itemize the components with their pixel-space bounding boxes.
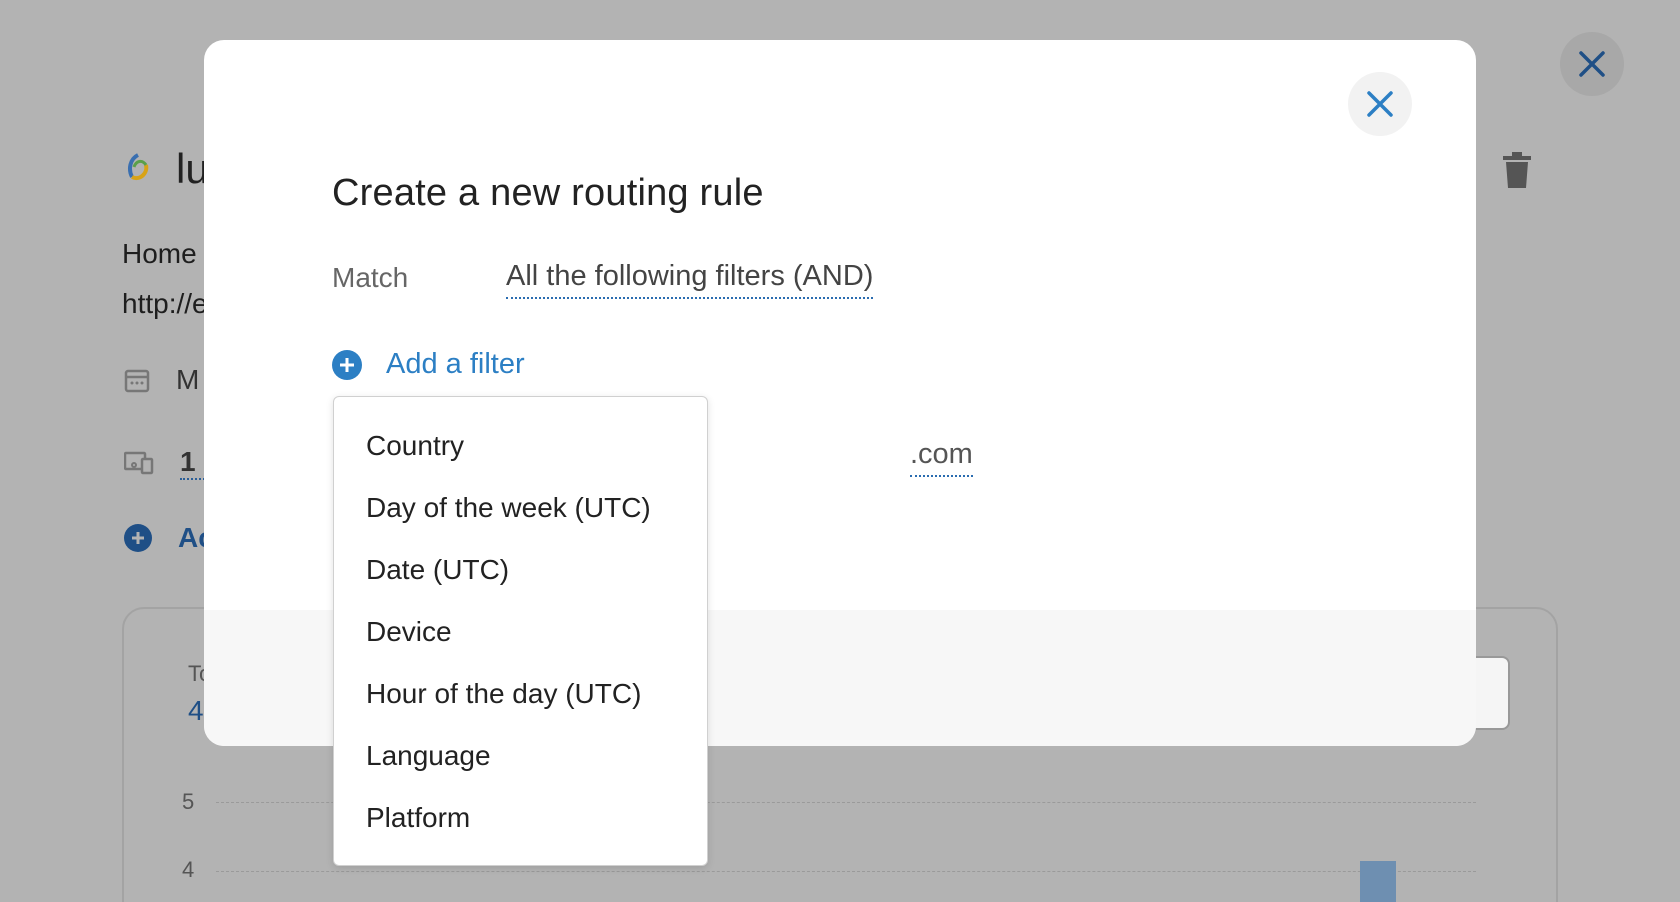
grid-line [216, 871, 1476, 872]
y-tick-label: 4 [182, 857, 195, 882]
background-title-row: lu [120, 145, 209, 193]
dropdown-item-platform[interactable]: Platform [334, 787, 707, 849]
dropdown-item-language[interactable]: Language [334, 725, 707, 787]
dropdown-item-hour-of-day[interactable]: Hour of the day (UTC) [334, 663, 707, 725]
add-filter-label: Add a filter [386, 348, 525, 380]
dropdown-item-device[interactable]: Device [334, 601, 707, 663]
app-logo-icon [128, 153, 149, 180]
dropdown-item-country[interactable]: Country [334, 415, 707, 477]
modal-title: Create a new routing rule [332, 172, 764, 214]
chart-bar [1360, 861, 1396, 902]
calendar-icon [124, 369, 150, 393]
y-tick-label: 5 [182, 789, 195, 814]
close-icon [1367, 91, 1393, 117]
trash-icon[interactable] [1503, 152, 1531, 188]
close-icon [1579, 51, 1605, 77]
dropdown-item-date[interactable]: Date (UTC) [334, 539, 707, 601]
background-add-link[interactable]: Ac [124, 522, 214, 554]
match-label: Match [332, 262, 409, 293]
background-date-row: M [124, 364, 199, 396]
add-filter-button[interactable]: Add a filter [332, 348, 525, 381]
background-stat-value: 4 [188, 695, 204, 726]
plus-circle-icon [332, 349, 362, 380]
background-close-button[interactable] [1560, 32, 1624, 96]
plus-circle-icon [124, 524, 152, 552]
devices-icon [124, 451, 154, 475]
match-mode-select[interactable]: All the following filters (AND) [506, 260, 874, 299]
background-home-label: Home [122, 238, 197, 269]
destination-url-partial[interactable]: .com [910, 438, 973, 477]
background-date-text: M [176, 364, 200, 395]
modal-close-button[interactable] [1348, 72, 1412, 136]
filter-type-dropdown: Country Day of the week (UTC) Date (UTC)… [333, 396, 708, 866]
dropdown-item-day-of-week[interactable]: Day of the week (UTC) [334, 477, 707, 539]
background-url-label: http://e [122, 288, 208, 319]
